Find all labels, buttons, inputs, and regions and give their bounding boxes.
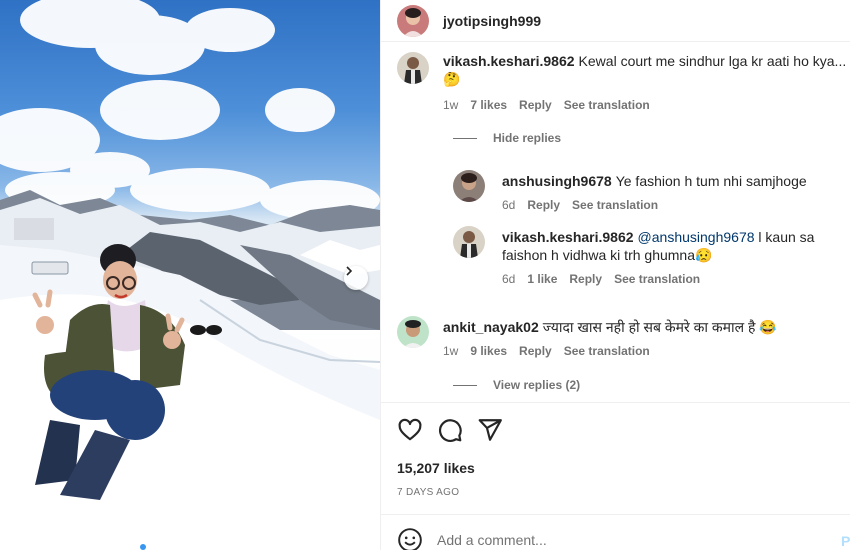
comment-emoji: 🤔 [443, 71, 461, 87]
comment-body: Kewal court me sindhur lga kr aati ho ky… [578, 53, 847, 69]
comment-body: ज्यादा खास नही हो सब केमरे का कमाल है [542, 319, 756, 335]
replier-avatar[interactable] [453, 170, 485, 202]
comment-reply-button[interactable]: Reply [519, 344, 552, 358]
comment-input[interactable] [437, 529, 817, 550]
smiley-icon[interactable] [397, 527, 423, 550]
post-side-panel: jyotipsingh999 vikash.keshari.9862 Kewal … [380, 0, 850, 550]
reply-age: 6d [502, 272, 516, 286]
reply-age: 6d [502, 198, 516, 212]
post-actions: 15,207 likes 7 DAYS AGO [381, 402, 850, 514]
replier-avatar[interactable] [453, 226, 485, 258]
reply-likes[interactable]: 1 like [527, 272, 557, 286]
comment-age: 1w [443, 344, 459, 358]
comment-likes[interactable]: 9 likes [470, 344, 507, 358]
comment-reply-button[interactable]: Reply [519, 98, 552, 112]
avatar-image [397, 52, 429, 84]
heart-icon[interactable] [397, 417, 423, 443]
likes-count[interactable]: 15,207 likes [397, 460, 475, 476]
avatar-image [453, 170, 485, 202]
comment-bubble-icon[interactable] [437, 417, 463, 443]
comment-text: ankit_nayak02 ज्यादा खास नही हो सब केमरे … [443, 318, 777, 336]
avatar-image [397, 5, 429, 37]
comment-meta: 1w 9 likes Reply See translation [443, 344, 650, 358]
reply-username[interactable]: anshusingh9678 [502, 173, 612, 189]
carousel-dots [140, 544, 166, 550]
chevron-right-icon [346, 266, 353, 276]
comment-username[interactable]: vikash.keshari.9862 [443, 53, 575, 69]
reply-meta: 6d 1 like Reply See translation [502, 272, 700, 286]
hide-replies-label: Hide replies [493, 131, 562, 145]
carousel-dot [140, 544, 146, 550]
replies-line [453, 384, 477, 386]
reply-meta: 6d Reply See translation [502, 198, 658, 212]
post-header: jyotipsingh999 [381, 0, 850, 42]
see-translation-link[interactable]: See translation [564, 344, 650, 358]
comments-list: vikash.keshari.9862 Kewal court me sindhu… [381, 42, 850, 402]
reply-text: anshusingh9678 Ye fashion h tum nhi samjh… [502, 172, 807, 190]
comment-text: vikash.keshari.9862 Kewal court me sindhu… [443, 52, 847, 70]
avatar-image [397, 316, 429, 348]
carousel-dot [150, 544, 156, 550]
comment-username[interactable]: ankit_nayak02 [443, 319, 539, 335]
view-replies-label: View replies (2) [493, 378, 581, 392]
see-translation-link[interactable]: See translation [564, 98, 650, 112]
view-replies-toggle[interactable]: View replies (2) [453, 378, 580, 392]
see-translation-link[interactable]: See translation [614, 272, 700, 286]
reply-emoji: 😥 [695, 247, 713, 263]
reply-body: Ye fashion h tum nhi samjhoge [615, 173, 807, 189]
replies-line [453, 137, 477, 139]
photo-scene [0, 0, 380, 550]
reply-text: vikash.keshari.9862 @anshusingh9678 l kau… [502, 228, 822, 264]
reply-reply-button[interactable]: Reply [569, 272, 602, 286]
reply-mention[interactable]: @anshusingh9678 [638, 229, 755, 245]
commenter-avatar[interactable] [397, 316, 429, 348]
comment-emoji: 😂 [759, 319, 777, 335]
avatar-image [453, 226, 485, 258]
comment-likes[interactable]: 7 likes [470, 98, 507, 112]
paper-plane-icon[interactable] [477, 417, 503, 443]
author-avatar[interactable] [397, 5, 429, 37]
commenter-avatar[interactable] [397, 52, 429, 84]
reply-reply-button[interactable]: Reply [527, 198, 560, 212]
hide-replies-toggle[interactable]: Hide replies [453, 131, 561, 145]
comment-meta: 1w 7 likes Reply See translation [443, 98, 650, 112]
comment-age: 1w [443, 98, 459, 112]
post-date: 7 DAYS AGO [397, 487, 460, 498]
post-comment-button[interactable]: P [841, 533, 850, 549]
reply-username[interactable]: vikash.keshari.9862 [502, 229, 634, 245]
see-translation-link[interactable]: See translation [572, 198, 658, 212]
carousel-dot [160, 544, 166, 550]
carousel-next-button[interactable] [344, 266, 368, 290]
comment-composer: P [381, 514, 850, 550]
post-photo[interactable] [0, 0, 380, 550]
author-username[interactable]: jyotipsingh999 [443, 13, 541, 29]
